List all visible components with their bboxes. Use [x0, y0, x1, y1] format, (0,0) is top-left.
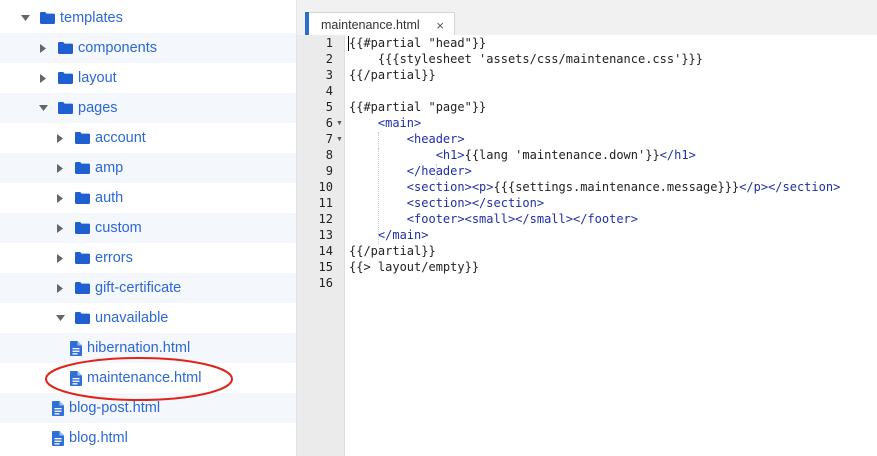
line-number: 3 — [325, 68, 333, 82]
code-editor: maintenance.html × 1 2 3 4 5 6 ▼ 7 ▼ 8 9 10 11 12 13 14… — [297, 0, 877, 456]
tree-item-label: blog-post.html — [69, 400, 161, 416]
code-line: <section><p>{{{settings.maintenance.mess… — [406, 180, 841, 194]
folder-icon — [75, 132, 90, 144]
caret-right-icon[interactable] — [38, 73, 48, 83]
line-number: 9 — [325, 164, 333, 178]
code-line: {{/partial}} — [349, 68, 436, 82]
line-number: 13 — [318, 228, 333, 242]
folder-icon — [58, 42, 73, 54]
tree-item-templates[interactable]: templates — [0, 3, 296, 33]
tree-item-components[interactable]: components — [0, 33, 296, 63]
caret-right-icon[interactable] — [55, 223, 65, 233]
tab-maintenance-html[interactable]: maintenance.html × — [305, 12, 455, 36]
tree-item-amp[interactable]: amp — [0, 153, 296, 183]
line-number: 5 — [325, 100, 333, 114]
tree-item-layout[interactable]: layout — [0, 63, 296, 93]
tree-item-pages[interactable]: pages — [0, 93, 296, 123]
tree-item-label: unavailable — [95, 310, 169, 326]
caret-down-icon[interactable] — [38, 105, 48, 111]
tree-item-label: components — [78, 40, 157, 56]
code-line: </main> — [377, 228, 429, 242]
code-line: {{> layout/empty}} — [349, 260, 480, 274]
active-tab-indicator — [305, 12, 309, 36]
tree-item-blog-html[interactable]: blog.html — [0, 423, 296, 453]
tree-item-label: account — [95, 130, 146, 146]
tree-item-label: layout — [78, 70, 117, 86]
tree-item-label: custom — [95, 220, 142, 236]
code-line: </header> — [406, 164, 472, 178]
folder-icon — [58, 102, 73, 114]
line-number: 11 — [318, 196, 333, 210]
code-text-area[interactable]: {{#partial "head"}} {{{stylesheet 'asset… — [345, 35, 877, 456]
line-number: 8 — [325, 148, 333, 162]
editor-tab-bar: maintenance.html × — [297, 0, 877, 36]
folder-icon — [75, 222, 90, 234]
folder-icon — [58, 72, 73, 84]
code-line: {{#partial "page"}} — [349, 100, 487, 114]
close-tab-icon[interactable]: × — [436, 18, 444, 33]
text-cursor — [348, 36, 349, 51]
caret-right-icon[interactable] — [38, 43, 48, 53]
caret-right-icon[interactable] — [55, 133, 65, 143]
line-number: 1 — [325, 36, 333, 50]
tree-item-errors[interactable]: errors — [0, 243, 296, 273]
line-number: 10 — [318, 180, 333, 194]
caret-right-icon[interactable] — [55, 163, 65, 173]
tree-item-label: auth — [95, 190, 124, 206]
code-line: {{{stylesheet 'assets/css/maintenance.cs… — [349, 52, 704, 66]
code-line: <h1>{{lang 'maintenance.down'}}</h1> — [435, 148, 696, 162]
indent-guide — [377, 148, 379, 228]
file-icon — [52, 430, 64, 446]
line-number: 4 — [325, 84, 333, 98]
tree-item-label: blog.html — [69, 430, 128, 446]
code-line: <header> — [406, 132, 465, 146]
line-number: 15 — [318, 260, 333, 274]
folder-icon — [75, 162, 90, 174]
file-icon — [52, 400, 64, 416]
indent-guide — [435, 164, 437, 180]
line-number-gutter: 1 2 3 4 5 6 ▼ 7 ▼ 8 9 10 11 12 13 14 15 16 — [297, 35, 345, 456]
line-number: 14 — [318, 244, 333, 258]
folder-icon — [75, 282, 90, 294]
tree-item-account[interactable]: account — [0, 123, 296, 153]
code-line: {{#partial "head"}} — [349, 36, 487, 50]
code-line: <main> — [377, 116, 422, 130]
tree-item-label: gift-certificate — [95, 280, 182, 296]
folder-icon — [40, 12, 55, 24]
line-number: 12 — [318, 212, 333, 226]
folder-icon — [75, 252, 90, 264]
line-number: 6 — [325, 116, 333, 130]
code-line: <footer><small></small></footer> — [406, 212, 638, 226]
tree-item-label: amp — [95, 160, 124, 176]
tree-item-label: pages — [78, 100, 118, 116]
tree-item-label: hibernation.html — [87, 340, 191, 356]
tree-item-gift-certificate[interactable]: gift-certificate — [0, 273, 296, 303]
tree-item-custom[interactable]: custom — [0, 213, 296, 243]
tab-label: maintenance.html — [321, 17, 420, 32]
fold-arrow-icon[interactable]: ▼ — [336, 120, 343, 127]
tree-item-auth[interactable]: auth — [0, 183, 296, 213]
caret-right-icon[interactable] — [55, 253, 65, 263]
tree-item-unavailable[interactable]: unavailable — [0, 303, 296, 333]
line-number: 16 — [318, 276, 333, 290]
highlight-annotation-ellipse — [45, 357, 233, 401]
fold-arrow-icon[interactable]: ▼ — [336, 136, 343, 143]
folder-icon — [75, 192, 90, 204]
tree-item-label: templates — [60, 10, 123, 26]
caret-down-icon[interactable] — [55, 315, 65, 321]
line-number: 2 — [325, 52, 333, 66]
tree-item-label: errors — [95, 250, 133, 266]
caret-down-icon[interactable] — [20, 15, 30, 21]
line-number: 7 — [325, 132, 333, 146]
file-icon — [70, 340, 82, 356]
folder-icon — [75, 312, 90, 324]
code-line: {{/partial}} — [349, 244, 436, 258]
caret-right-icon[interactable] — [55, 193, 65, 203]
caret-right-icon[interactable] — [55, 283, 65, 293]
